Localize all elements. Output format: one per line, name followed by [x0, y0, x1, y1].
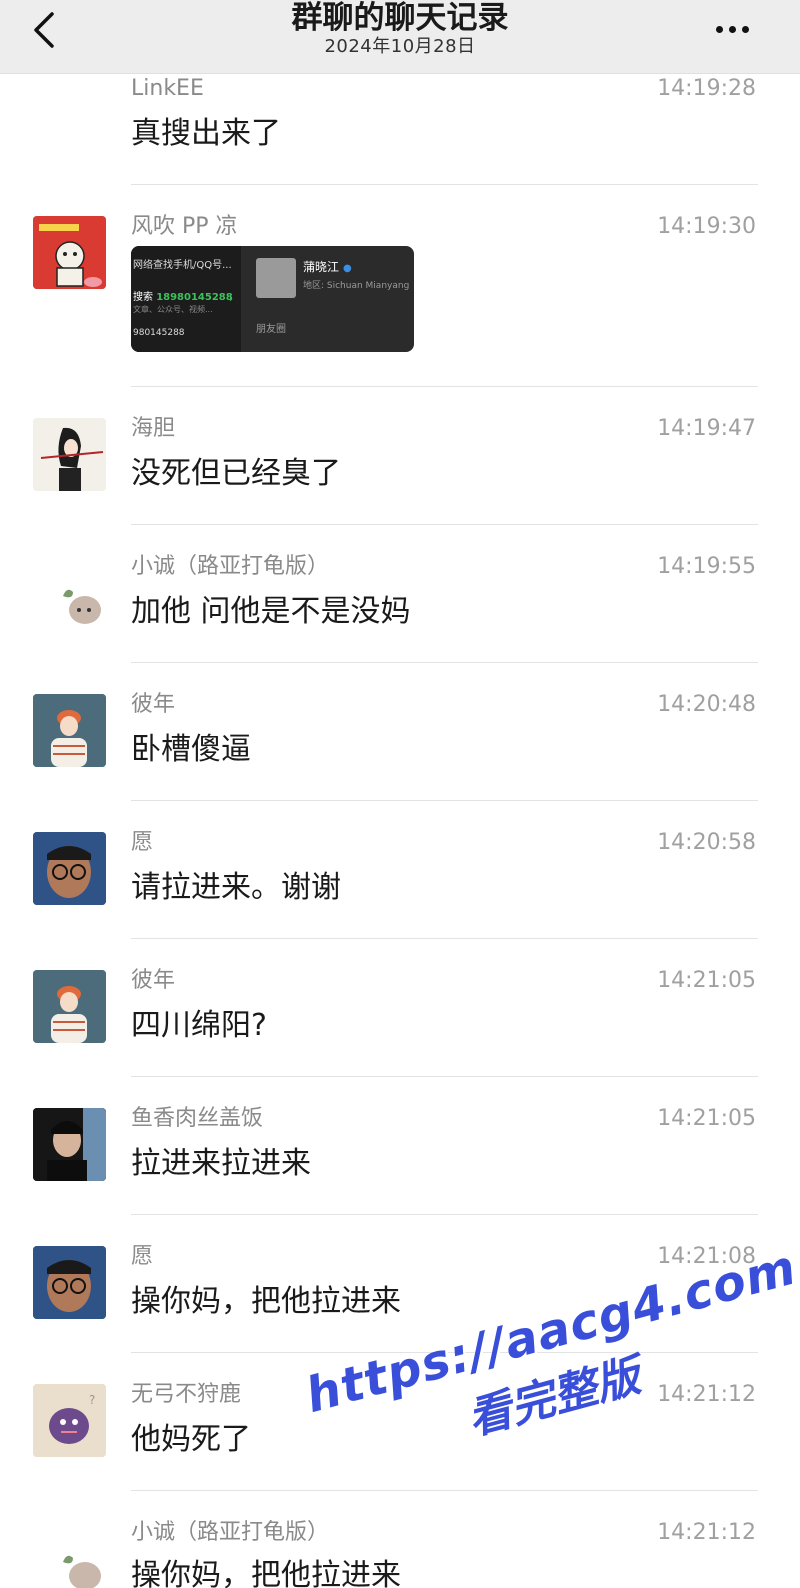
sender-name[interactable]: 鱼香肉丝盖饭 — [131, 1104, 263, 1134]
search-panel: 网络查找手机/QQ号... 搜索 18980145288 文章、公众号、视频..… — [131, 246, 241, 352]
chat-history-header: 群聊的聊天记录 2024年10月28日 — [0, 0, 800, 74]
message-time: 14:20:48 — [657, 692, 756, 717]
avatar[interactable] — [33, 694, 106, 767]
divider — [131, 662, 758, 663]
screenshot-image[interactable]: 网络查找手机/QQ号... 搜索 18980145288 文章、公众号、视频..… — [131, 246, 414, 352]
message-time: 14:19:47 — [657, 416, 756, 441]
message-text[interactable]: 操你妈，把他拉进来 — [131, 1282, 401, 1322]
avatar[interactable]: ? — [33, 1384, 106, 1457]
sender-name[interactable]: LinkEE — [131, 74, 204, 104]
avatar[interactable] — [33, 970, 106, 1043]
card-profile-name: 蒲晓江 ● — [303, 260, 352, 274]
chat-date: 2024年10月28日 — [324, 36, 476, 57]
sender-name[interactable]: 小诚（路亚打龟版） — [131, 1518, 329, 1548]
card-moments: 朋友圈 — [256, 324, 286, 335]
divider — [131, 1214, 758, 1215]
avatar[interactable] — [33, 418, 106, 491]
sender-name[interactable]: 彼年 — [131, 966, 175, 996]
sender-name[interactable]: 风吹 PP 凉 — [131, 212, 238, 242]
avatar[interactable] — [33, 1246, 106, 1319]
more-options-icon[interactable] — [716, 18, 764, 38]
svg-text:?: ? — [89, 1393, 95, 1407]
page-title: 群聊的聊天记录 — [291, 0, 509, 36]
divider — [131, 386, 758, 387]
sender-name[interactable]: 愿 — [131, 828, 153, 858]
message-time: 14:21:12 — [657, 1520, 756, 1545]
avatar[interactable] — [33, 216, 106, 289]
user-icon: ● — [343, 263, 352, 274]
message-text[interactable]: 加他 问他是不是没妈 — [131, 592, 411, 632]
avatar[interactable] — [33, 556, 106, 629]
message-text[interactable]: 四川绵阳? — [131, 1006, 267, 1046]
divider — [131, 1076, 758, 1077]
sender-name[interactable]: 小诚（路亚打龟版） — [131, 552, 329, 582]
card-search-number: 980145288 — [133, 328, 185, 338]
avatar[interactable] — [33, 1108, 106, 1181]
profile-photo — [256, 258, 296, 298]
chevron-right-icon: › — [229, 294, 233, 305]
sender-name[interactable]: 无弓不狩鹿 — [131, 1380, 241, 1410]
sender-name[interactable]: 彼年 — [131, 690, 175, 720]
message-time: 14:21:05 — [657, 1106, 756, 1131]
avatar[interactable] — [33, 832, 106, 905]
message-text[interactable]: 卧槽傻逼 — [131, 730, 251, 770]
message-time: 14:21:05 — [657, 968, 756, 993]
sender-name[interactable]: 海胆 — [131, 414, 175, 444]
message-text[interactable]: 真搜出来了 — [131, 114, 281, 154]
card-search-row: 搜索 18980145288 — [133, 292, 233, 303]
sender-name[interactable]: 愿 — [131, 1242, 153, 1272]
message-time: 14:20:58 — [657, 830, 756, 855]
message-text[interactable]: 请拉进来。谢谢 — [131, 868, 341, 908]
divider — [131, 938, 758, 939]
message-text[interactable]: 他妈死了 — [131, 1420, 251, 1460]
divider — [131, 524, 758, 525]
message-time: 14:19:28 — [657, 76, 756, 101]
message-text[interactable]: 没死但已经臭了 — [131, 454, 341, 494]
divider — [131, 184, 758, 185]
message-text[interactable]: 操你妈，把他拉进来 — [131, 1556, 401, 1588]
message-text[interactable]: 拉进来拉进来 — [131, 1144, 311, 1184]
card-search-sub: 文章、公众号、视频... — [133, 305, 213, 314]
card-profile-region: 地区: Sichuan Mianyang — [303, 281, 410, 291]
message-time: 14:19:30 — [657, 214, 756, 239]
card-search-title: 网络查找手机/QQ号... — [133, 260, 232, 271]
message-time: 14:19:55 — [657, 554, 756, 579]
avatar[interactable] — [33, 1522, 106, 1588]
divider — [131, 800, 758, 801]
